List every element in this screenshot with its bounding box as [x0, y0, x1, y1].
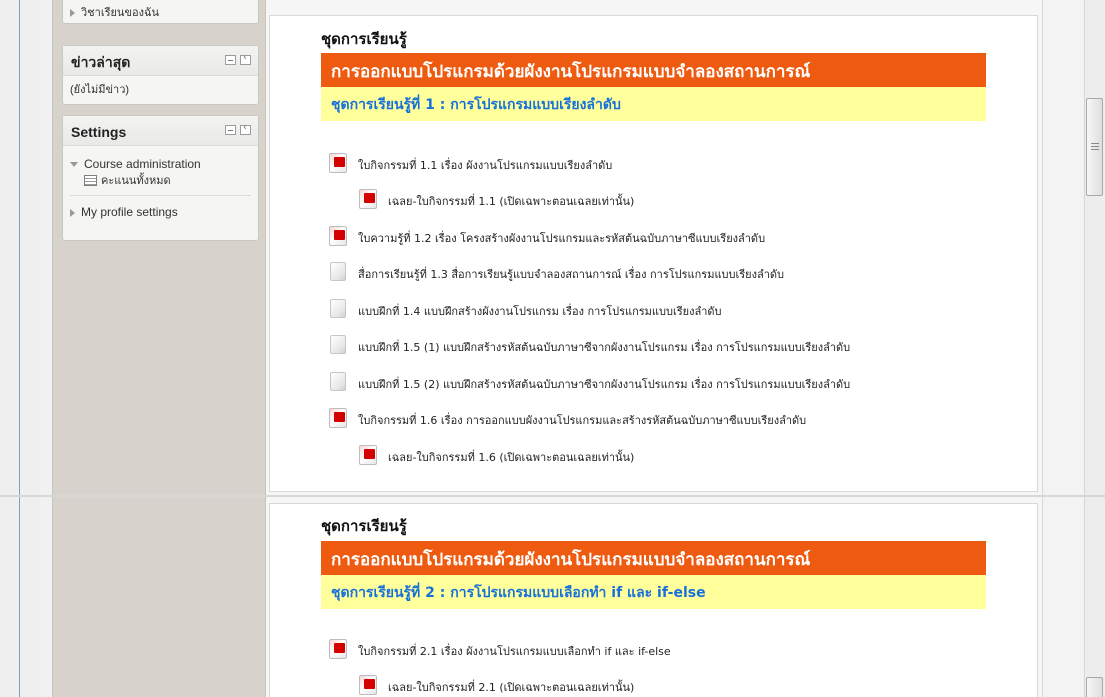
scorm-file-icon	[330, 335, 346, 354]
grades-label: คะแนนทั้งหมด	[101, 175, 171, 187]
block-dock-icon[interactable]	[240, 52, 251, 65]
section-subtitle-banner: ชุดการเรียนรู้ที่ 1 : การโปรแกรมแบบเรียง…	[321, 87, 986, 121]
left-gutter	[0, 0, 40, 495]
latest-news-block: ข่าวล่าสุด (ยังไม่มีข่าว)	[62, 45, 259, 105]
right-margin	[1042, 497, 1084, 697]
section-heading: ชุดการเรียนรู้	[321, 517, 407, 535]
block-hide-icon[interactable]	[225, 55, 236, 65]
section-heading: ชุดการเรียนรู้	[321, 30, 407, 48]
latest-news-content: (ยังไม่มีข่าว)	[70, 84, 130, 96]
scorm-file-icon	[330, 299, 346, 318]
pdf-icon	[359, 675, 377, 695]
my-profile-settings-label: My profile settings	[81, 205, 178, 219]
settings-block: Settings Course administration คะแนนทั้ง…	[62, 115, 259, 241]
pdf-icon	[329, 226, 347, 246]
resource-label[interactable]: ใบกิจกรรมที่ 1.1 เรื่อง ผังงานโปรแกรมแบบ…	[358, 156, 612, 174]
page: วิชาเรียนของฉัน ข่าวล่าสุด (ยังไม่มีข่าว…	[0, 0, 1105, 697]
course-section-1: ชุดการเรียนรู้ การออกแบบโปรแกรมด้วยผังงา…	[269, 15, 1038, 492]
block-hide-icon[interactable]	[225, 125, 236, 135]
scrollbar[interactable]	[1084, 497, 1105, 697]
expand-arrow-icon	[70, 208, 75, 217]
course-administration-label: Course administration	[84, 157, 201, 171]
settings-content: Course administration คะแนนทั้งหมด My pr…	[63, 146, 258, 224]
course-content: ชุดการเรียนรู้ การออกแบบโปรแกรมด้วยผังงา…	[266, 497, 1042, 697]
resource-label[interactable]: แบบฝึกที่ 1.4 แบบฝึกสร้างผังงานโปรแกรม เ…	[358, 302, 722, 320]
screen-panel-bottom: ชุดการเรียนรู้ การออกแบบโปรแกรมด้วยผังงา…	[0, 497, 1105, 697]
nav-my-courses[interactable]: วิชาเรียนของฉัน	[63, 0, 258, 25]
section-title-banner: การออกแบบโปรแกรมด้วยผังงานโปรแกรมแบบจำลอ…	[321, 541, 986, 575]
resource-label[interactable]: เฉลย-ใบกิจกรรมที่ 1.6 (เปิดเฉพาะตอนเฉลยเ…	[388, 448, 634, 466]
resource-label[interactable]: เฉลย-ใบกิจกรรมที่ 2.1 (เปิดเฉพาะตอนเฉลยเ…	[388, 678, 634, 696]
scorm-file-icon	[330, 262, 346, 281]
expand-arrow-icon	[70, 8, 75, 17]
scrollbar-thumb[interactable]	[1086, 98, 1103, 196]
right-margin	[1042, 0, 1084, 495]
sidebar: วิชาเรียนของฉัน ข่าวล่าสุด (ยังไม่มีข่าว…	[52, 0, 266, 495]
navigation-block: วิชาเรียนของฉัน	[62, 0, 259, 24]
screen-panel-top: วิชาเรียนของฉัน ข่าวล่าสุด (ยังไม่มีข่าว…	[0, 0, 1105, 495]
resource-label[interactable]: แบบฝึกที่ 1.5 (1) แบบฝึกสร้างรหัสต้นฉบับ…	[358, 338, 850, 356]
block-dock-icon[interactable]	[240, 122, 251, 135]
pdf-icon	[359, 445, 377, 465]
course-content: ชุดการเรียนรู้ การออกแบบโปรแกรมด้วยผังงา…	[266, 0, 1042, 495]
resource-label[interactable]: เฉลย-ใบกิจกรรมที่ 1.1 (เปิดเฉพาะตอนเฉลยเ…	[388, 192, 634, 210]
resource-label[interactable]: ใบกิจกรรมที่ 1.6 เรื่อง การออกแบบผังงานโ…	[358, 411, 806, 429]
latest-news-header: ข่าวล่าสุด	[63, 46, 258, 76]
scroll-grip-icon	[1091, 149, 1099, 150]
pdf-icon	[329, 639, 347, 659]
pdf-icon	[329, 408, 347, 428]
my-profile-settings-item[interactable]: My profile settings	[70, 195, 251, 220]
settings-header: Settings	[63, 116, 258, 146]
nav-my-courses-label: วิชาเรียนของฉัน	[81, 7, 159, 19]
pdf-icon	[359, 189, 377, 209]
scroll-grip-icon	[1091, 146, 1099, 147]
section-subtitle-banner: ชุดการเรียนรู้ที่ 2 : การโปรแกรมแบบเลือก…	[321, 575, 986, 609]
grades-table-icon	[84, 175, 97, 187]
pdf-icon	[329, 153, 347, 173]
collapse-arrow-icon	[70, 162, 78, 168]
scrollbar-thumb[interactable]	[1086, 677, 1103, 697]
resource-label[interactable]: แบบฝึกที่ 1.5 (2) แบบฝึกสร้างรหัสต้นฉบับ…	[358, 375, 850, 393]
course-administration-item[interactable]: Course administration	[70, 156, 251, 172]
settings-title: Settings	[71, 124, 127, 140]
resource-label[interactable]: ใบความรู้ที่ 1.2 เรื่อง โครงสร้างผังงานโ…	[358, 229, 765, 247]
scorm-file-icon	[330, 372, 346, 391]
left-gutter	[0, 497, 40, 697]
section-title-banner: การออกแบบโปรแกรมด้วยผังงานโปรแกรมแบบจำลอ…	[321, 53, 986, 87]
scroll-grip-icon	[1091, 143, 1099, 144]
scrollbar[interactable]	[1084, 0, 1105, 495]
course-section-2: ชุดการเรียนรู้ การออกแบบโปรแกรมด้วยผังงา…	[269, 503, 1038, 697]
grades-item[interactable]: คะแนนทั้งหมด	[70, 172, 251, 189]
sidebar	[52, 497, 266, 697]
resource-label[interactable]: สื่อการเรียนรู้ที่ 1.3 สื่อการเรียนรู้แบ…	[358, 265, 784, 283]
latest-news-title: ข่าวล่าสุด	[71, 54, 131, 70]
resource-label[interactable]: ใบกิจกรรมที่ 2.1 เรื่อง ผังงานโปรแกรมแบบ…	[358, 642, 671, 660]
